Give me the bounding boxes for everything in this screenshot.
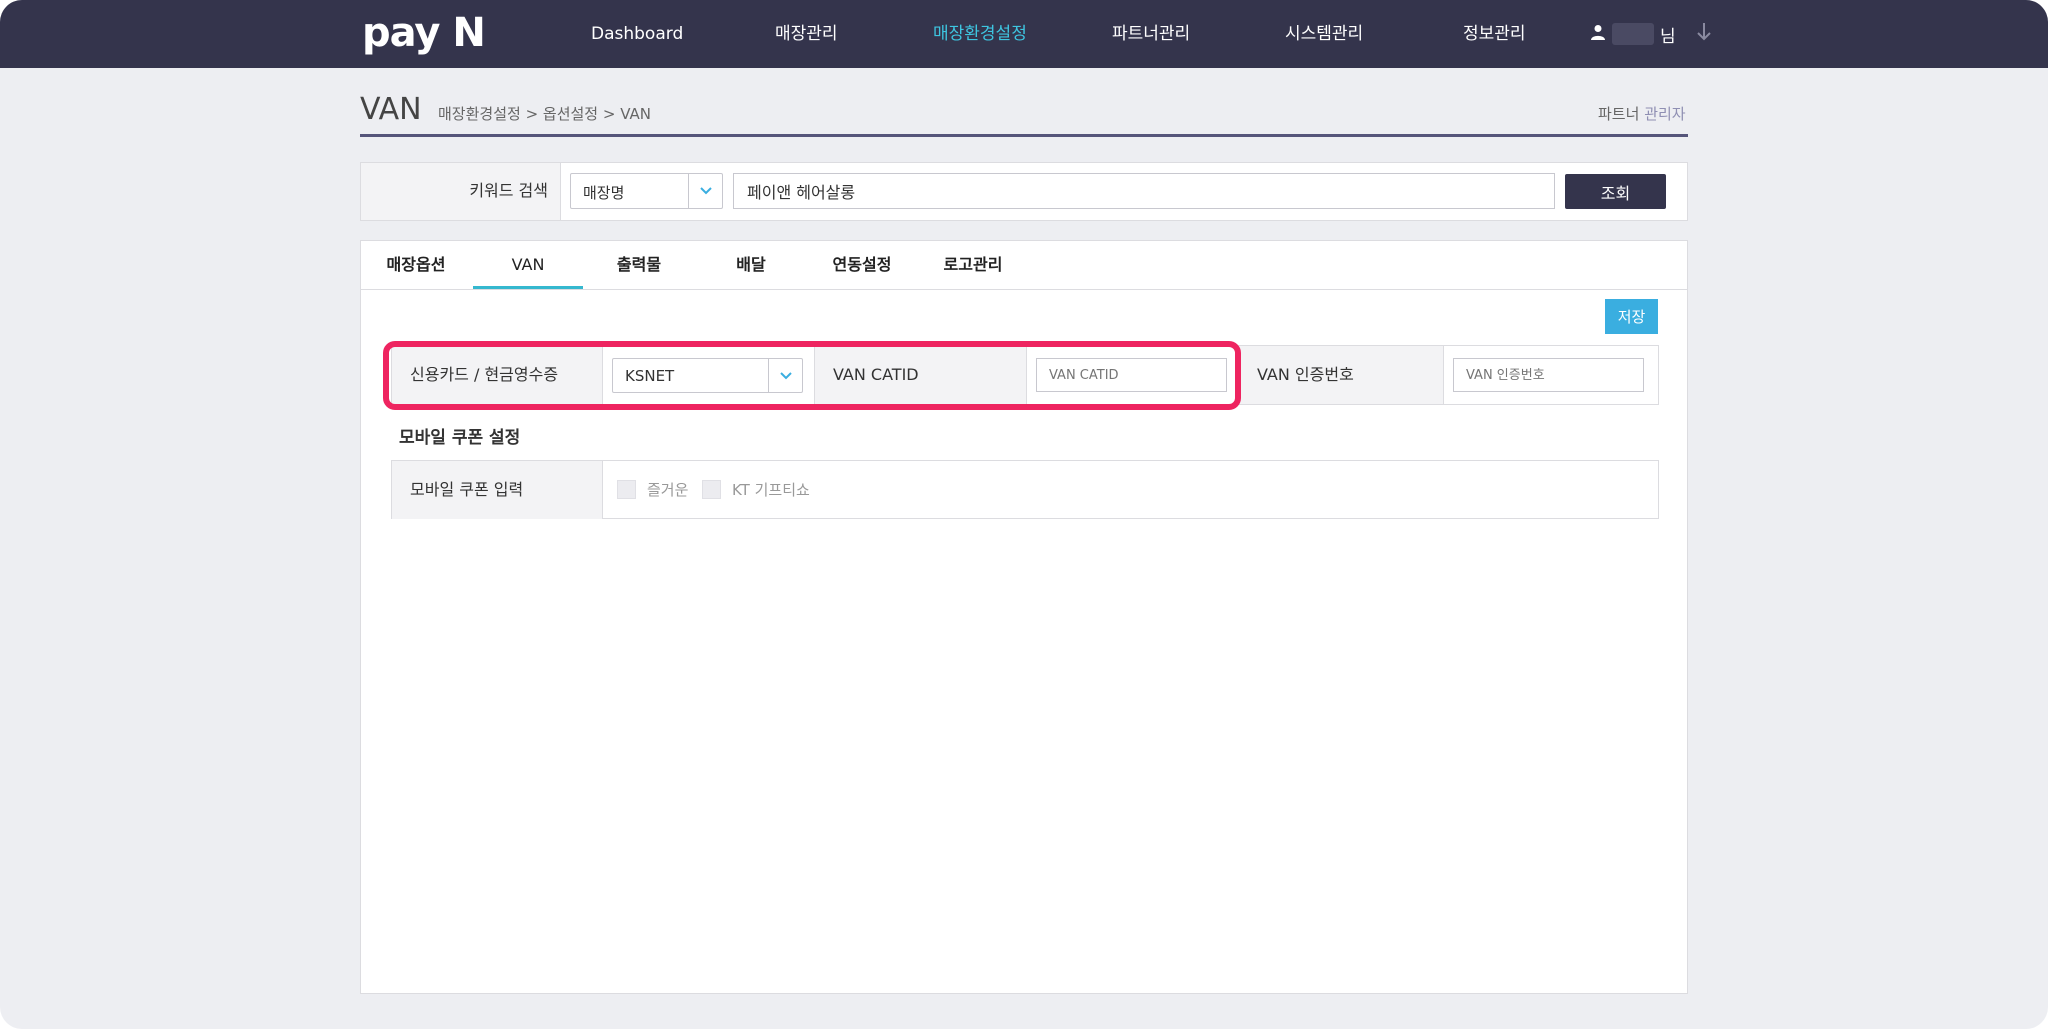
coupon-checkbox-kt-giftishow[interactable] <box>702 480 721 499</box>
nav-item-store-settings[interactable]: 매장환경설정 <box>933 22 1027 46</box>
role-accent: 관리자 <box>1644 105 1686 123</box>
role-prefix: 파트너 <box>1598 105 1640 123</box>
tab-van[interactable]: VAN <box>473 241 583 289</box>
role-label: 파트너 관리자 <box>1598 104 1686 124</box>
tab-store-options[interactable]: 매장옵션 <box>361 241 471 289</box>
nav-item-system-management[interactable]: 시스템관리 <box>1285 22 1363 46</box>
tab-logo-management[interactable]: 로고관리 <box>918 241 1028 289</box>
search-label-cell: 키워드 검색 <box>361 163 561 220</box>
search-button[interactable]: 조회 <box>1565 174 1666 209</box>
search-label: 키워드 검색 <box>469 181 548 200</box>
coupon-option-jeulgeoun: 즐거운 <box>647 481 689 499</box>
tab-printouts[interactable]: 출력물 <box>584 241 694 289</box>
coupon-settings-row: 모바일 쿠폰 입력 즐거운 KT 기프티쇼 <box>391 460 1659 519</box>
coupon-option-kt-giftishow: KT 기프티쇼 <box>732 481 810 499</box>
tab-delivery[interactable]: 배달 <box>696 241 806 289</box>
payn-logo[interactable]: pay N <box>362 10 486 56</box>
auth-number-input[interactable] <box>1453 358 1644 392</box>
chevron-down-icon <box>688 174 722 208</box>
user-suffix: 님 <box>1660 26 1676 47</box>
catid-input-cell <box>1027 346 1239 404</box>
title-divider <box>360 134 1688 137</box>
page-title: VAN <box>360 92 422 127</box>
save-button[interactable]: 저장 <box>1605 299 1658 334</box>
coupon-input-label: 모바일 쿠폰 입력 <box>410 480 524 499</box>
top-navigation-bar: pay N Dashboard 매장관리 매장환경설정 파트너관리 시스템관리 … <box>0 0 2048 68</box>
van-provider-value: KSNET <box>625 367 675 385</box>
tab-bar: 매장옵션 VAN 출력물 배달 연동설정 로고관리 <box>361 241 1687 290</box>
content-panel: 매장옵션 VAN 출력물 배달 연동설정 로고관리 저장 신용카드 / 현금영수… <box>360 240 1688 994</box>
nav-item-dashboard[interactable]: Dashboard <box>591 22 683 46</box>
nav-item-store-management[interactable]: 매장관리 <box>775 22 838 46</box>
breadcrumb: 매장환경설정 > 옵션설정 > VAN <box>438 105 651 123</box>
nav-item-info-management[interactable]: 정보관리 <box>1463 22 1526 46</box>
card-receipt-label: 신용카드 / 현금영수증 <box>410 365 559 384</box>
search-panel: 키워드 검색 매장명 조회 <box>360 162 1688 221</box>
user-menu[interactable]: 님 <box>1590 20 1712 48</box>
catid-label: VAN CATID <box>833 365 919 384</box>
catid-label-cell: VAN CATID <box>815 346 1027 404</box>
app-frame: pay N Dashboard 매장관리 매장환경설정 파트너관리 시스템관리 … <box>0 0 2048 1029</box>
card-select-cell: KSNET <box>603 346 815 404</box>
search-input[interactable] <box>733 173 1555 209</box>
coupon-checkbox-jeulgeoun[interactable] <box>617 480 636 499</box>
auth-number-label: VAN 인증번호 <box>1257 365 1354 384</box>
auth-label-cell: VAN 인증번호 <box>1239 346 1444 404</box>
tab-integration-settings[interactable]: 연동설정 <box>807 241 917 289</box>
user-name-masked <box>1612 23 1654 45</box>
card-label-cell: 신용카드 / 현금영수증 <box>392 346 603 404</box>
coupon-section-title: 모바일 쿠폰 설정 <box>399 428 521 448</box>
van-settings-row: 신용카드 / 현금영수증 KSNET VAN CATID VAN 인증번호 <box>391 345 1659 405</box>
catid-input[interactable] <box>1036 358 1227 392</box>
arrow-down-icon[interactable] <box>1696 22 1712 47</box>
nav-item-partner-management[interactable]: 파트너관리 <box>1112 22 1190 46</box>
chevron-down-icon <box>768 359 802 392</box>
van-provider-select[interactable]: KSNET <box>612 358 803 393</box>
user-icon <box>1590 24 1606 45</box>
auth-input-cell <box>1444 346 1658 404</box>
coupon-label-cell: 모바일 쿠폰 입력 <box>392 461 603 519</box>
search-type-value: 매장명 <box>583 184 625 202</box>
search-type-select[interactable]: 매장명 <box>570 173 723 209</box>
